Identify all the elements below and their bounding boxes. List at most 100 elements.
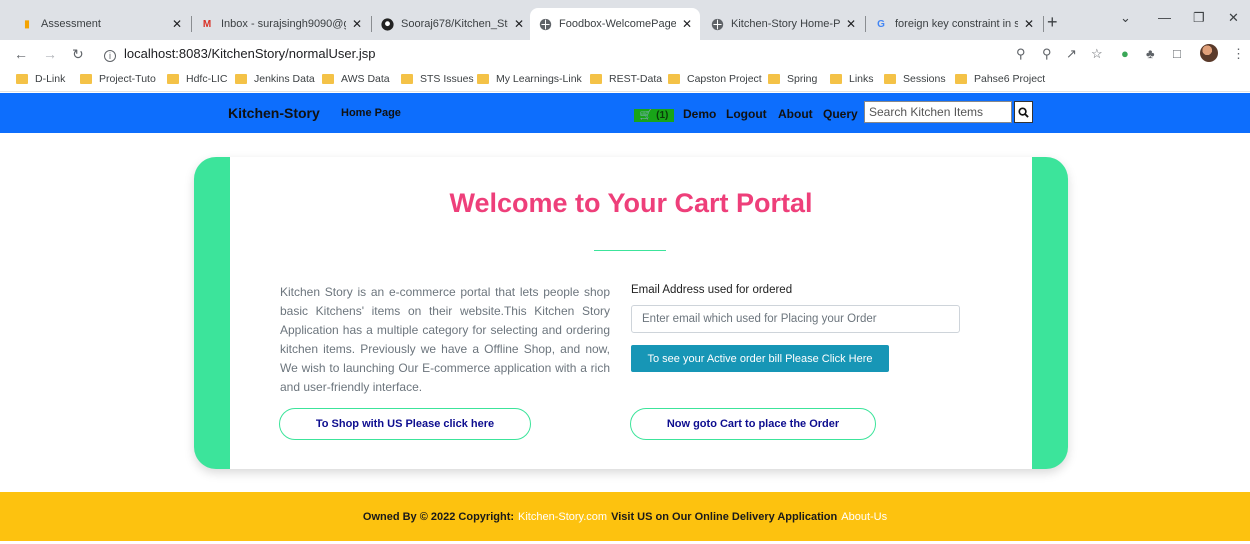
shop-button[interactable]: To Shop with US Please click here [279, 408, 531, 440]
restore-icon[interactable]: ❐ [1193, 10, 1205, 26]
close-tab-icon[interactable]: ✕ [846, 17, 856, 31]
google-icon: G [877, 18, 885, 30]
folder-icon [590, 74, 602, 84]
close-tab-icon[interactable]: ✕ [1024, 17, 1034, 31]
tab-title: Assessment [41, 18, 101, 30]
card-content: Welcome to Your Cart Portal Kitchen Stor… [230, 157, 1032, 469]
tab-title: foreign key constraint in sq [895, 18, 1018, 30]
demo-link[interactable]: Demo [683, 107, 716, 121]
bookmark-item[interactable]: Project-Tuto [80, 73, 156, 85]
bookmark-item[interactable]: Sessions [884, 73, 946, 85]
tab-title: Sooraj678/Kitchen_Story: Pl [401, 18, 508, 30]
menu-dots-icon[interactable]: ⋮ [1232, 46, 1245, 62]
title-divider [594, 250, 666, 251]
assessment-icon: ▮ [24, 18, 30, 30]
bookmark-item[interactable]: D-Link [16, 73, 65, 85]
url-field[interactable]: i localhost:8083/KitchenStory/normalUser.… [104, 46, 375, 62]
cart-icon: 🛒 [639, 110, 653, 121]
folder-icon [16, 74, 28, 84]
tab-search-chevron-icon[interactable]: ⌄ [1120, 10, 1131, 26]
close-window-icon[interactable]: ✕ [1228, 10, 1239, 26]
bookmark-item[interactable]: Pahse6 Project [955, 73, 1045, 85]
folder-icon [235, 74, 247, 84]
about-description: Kitchen Story is an e-commerce portal th… [280, 285, 610, 394]
cart-count: (1) [656, 110, 669, 121]
copyright-text: Owned By © 2022 Copyright: [362, 510, 515, 523]
close-tab-icon[interactable]: ✕ [682, 17, 692, 31]
puzzle-icon[interactable]: ♣ [1146, 46, 1155, 61]
search-input[interactable] [864, 101, 1012, 123]
new-tab-icon[interactable]: + [1047, 12, 1058, 33]
zoom-icon[interactable]: ⚲ [1042, 46, 1052, 62]
page-title: Welcome to Your Cart Portal [449, 188, 813, 218]
bookmark-item[interactable]: STS Issues [401, 73, 474, 85]
reload-icon[interactable]: ↻ [72, 46, 84, 63]
bookmarks-bar: D-Link Project-Tuto Hdfc-LIC Jenkins Dat… [0, 68, 1250, 92]
folder-icon [80, 74, 92, 84]
folder-icon [768, 74, 780, 84]
email-field[interactable] [631, 305, 960, 333]
globe-icon [710, 17, 724, 31]
github-icon [380, 17, 394, 31]
tab-title: Foodbox-WelcomePage [559, 18, 676, 30]
logout-link[interactable]: Logout [726, 107, 767, 121]
tab-separator [1043, 16, 1044, 32]
close-tab-icon[interactable]: ✕ [352, 17, 362, 31]
query-link[interactable]: Query [823, 107, 858, 121]
bookmark-item[interactable]: Spring [768, 73, 817, 85]
folder-icon [668, 74, 680, 84]
bookmark-item[interactable]: My Learnings-Link [477, 73, 582, 85]
visit-text: Visit US on Our Online Delivery Applicat… [611, 510, 838, 523]
bookmark-item[interactable]: Jenkins Data [235, 73, 315, 85]
site-info-icon[interactable]: i [104, 50, 116, 62]
folder-icon [167, 74, 179, 84]
goto-cart-button[interactable]: Now goto Cart to place the Order [630, 408, 876, 440]
browser-tab-github[interactable]: Sooraj678/Kitchen_Story: Pl ✕ [372, 8, 532, 40]
forward-icon[interactable]: → [43, 46, 57, 62]
folder-icon [884, 74, 896, 84]
site-footer: Owned By © 2022 Copyright: Kitchen-Story… [0, 492, 1250, 541]
bookmark-item[interactable]: REST-Data [590, 73, 662, 85]
close-tab-icon[interactable]: ✕ [172, 17, 182, 31]
browser-tab-kitchen-home[interactable]: Kitchen-Story Home-Page ✕ [702, 8, 864, 40]
folder-icon [955, 74, 967, 84]
browser-tab-google[interactable]: G foreign key constraint in sq ✕ [866, 8, 1042, 40]
browser-tab-assessment[interactable]: ▮ Assessment ✕ [12, 8, 190, 40]
extension-icon[interactable]: ● [1121, 46, 1129, 61]
bookmark-star-icon[interactable]: ☆ [1091, 46, 1103, 62]
cart-button[interactable]: 🛒 (1) [634, 109, 674, 122]
view-bill-button[interactable]: To see your Active order bill Please Cli… [631, 345, 889, 372]
gmail-icon: M [202, 18, 212, 30]
browser-tab-strip: ▮ Assessment ✕ M Inbox - surajsingh9090@… [0, 0, 1250, 40]
browser-tab-inbox[interactable]: M Inbox - surajsingh9090@gm ✕ [192, 8, 370, 40]
folder-icon [322, 74, 334, 84]
url-text: localhost:8083/KitchenStory/normalUser.j… [124, 46, 376, 61]
brand-logo[interactable]: Kitchen-Story [228, 105, 320, 121]
tab-title: Kitchen-Story Home-Page [731, 18, 840, 30]
bookmark-item[interactable]: AWS Data [322, 73, 390, 85]
about-us-link[interactable]: About-Us [841, 511, 887, 523]
profile-avatar[interactable] [1200, 44, 1218, 62]
minimize-icon[interactable]: — [1158, 10, 1171, 25]
folder-icon [830, 74, 842, 84]
bookmark-item[interactable]: Hdfc-LIC [167, 73, 227, 85]
email-label: Email Address used for ordered [631, 284, 793, 296]
close-tab-icon[interactable]: ✕ [514, 17, 524, 31]
tab-title: Inbox - surajsingh9090@gm [221, 18, 346, 30]
address-bar-row: ← → ↻ i localhost:8083/KitchenStory/norma… [0, 40, 1250, 68]
search-button[interactable] [1014, 101, 1033, 123]
bookmark-item[interactable]: Links [830, 73, 874, 85]
folder-icon [401, 74, 413, 84]
key-icon[interactable]: ⚲ [1016, 46, 1026, 62]
kitchen-story-link[interactable]: Kitchen-Story.com [518, 511, 607, 523]
browser-tab-foodbox[interactable]: Foodbox-WelcomePage ✕ [530, 8, 700, 40]
about-link[interactable]: About [778, 107, 813, 121]
bookmark-item[interactable]: Capston Project [668, 73, 762, 85]
back-icon[interactable]: ← [14, 46, 28, 62]
search-icon [1018, 106, 1029, 118]
cart-portal-card: Welcome to Your Cart Portal Kitchen Stor… [194, 157, 1068, 469]
home-page-link[interactable]: Home Page [341, 107, 401, 119]
share-icon[interactable]: ↗ [1066, 46, 1077, 62]
folder-icon [477, 74, 489, 84]
side-panel-icon[interactable]: □ [1173, 46, 1181, 61]
